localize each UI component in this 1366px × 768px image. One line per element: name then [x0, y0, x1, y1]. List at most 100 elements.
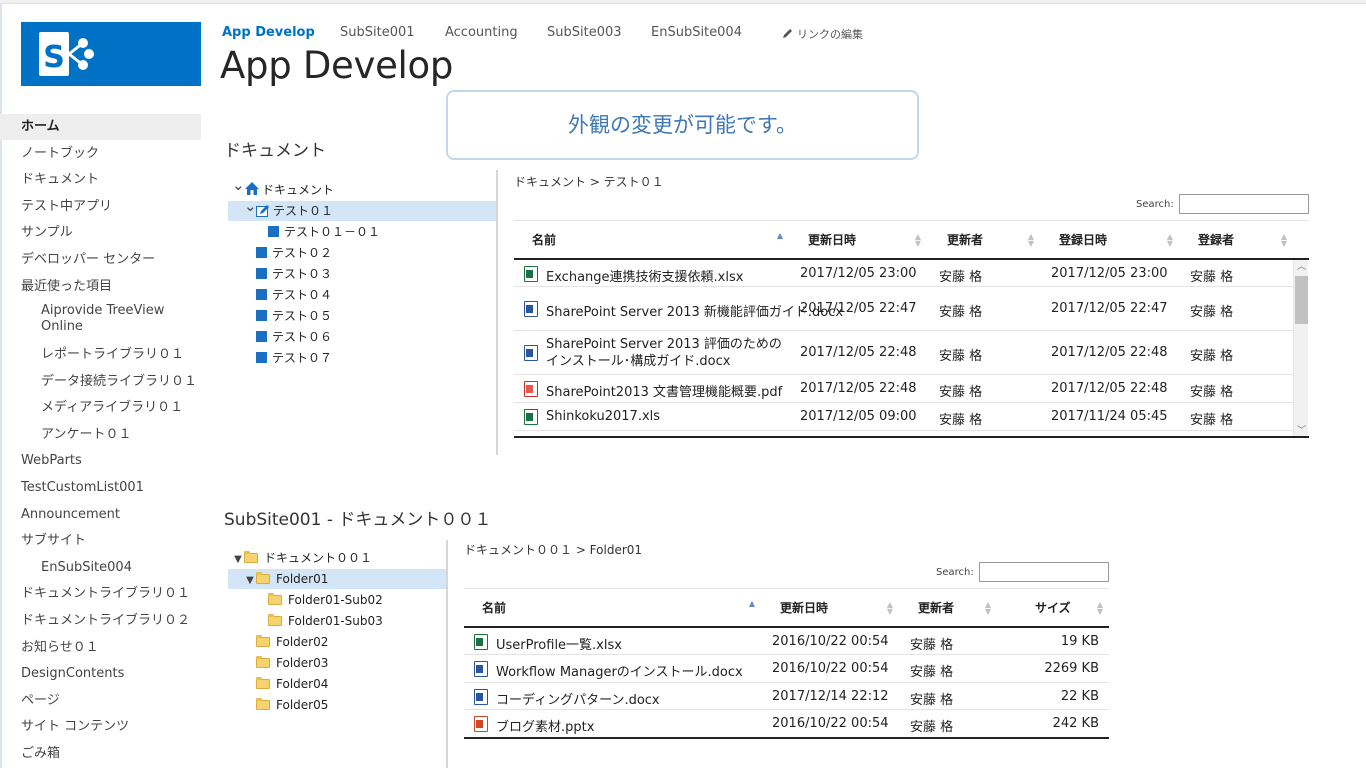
- leftnav-item[interactable]: ドキュメントライブラリ０２: [0, 608, 201, 634]
- column-header[interactable]: 更新日時: [780, 589, 828, 627]
- table-row[interactable]: Exchange連携技術支援依頼.xlsx 2017/12/05 23:00 安藤 …: [514, 260, 1293, 287]
- table-row[interactable]: コーディングパターン.docx 2017/12/14 22:12 安藤 格 22 KB: [464, 683, 1109, 710]
- sort-arrows-icon[interactable]: ▲: [748, 600, 756, 608]
- table-row[interactable]: Shinkoku2017.xls 2017/12/05 09:00 安藤 格 2017…: [514, 403, 1293, 431]
- sort-arrows-icon[interactable]: ▲ ▼: [1280, 233, 1288, 248]
- sort-arrows-icon[interactable]: ▲ ▼: [1027, 233, 1035, 248]
- table-row[interactable]: SharePoint2013 文書管理機能概要.pdf 2017/12/05 22…: [514, 375, 1293, 403]
- tree-node[interactable]: テスト０６: [244, 327, 332, 347]
- tree-node[interactable]: ▼ ドキュメント００１: [232, 548, 372, 568]
- leftnav-item[interactable]: お知らせ０１: [0, 635, 201, 661]
- leftnav-item[interactable]: テスト中アプリ: [0, 194, 201, 220]
- column-header[interactable]: 登録者: [1198, 221, 1234, 259]
- sort-arrows-icon[interactable]: ▲ ▼: [1166, 233, 1174, 248]
- leftnav-item[interactable]: ホーム: [0, 114, 201, 140]
- table-row[interactable]: SharePoint Server 2013 評価のためのインストール･構成ガイ…: [514, 331, 1293, 375]
- leftnav-item[interactable]: EnSubSite004: [0, 555, 201, 581]
- leftnav-item[interactable]: ノートブック: [0, 141, 201, 167]
- sort-arrows-icon[interactable]: ▲ ▼: [914, 233, 922, 248]
- column-header[interactable]: サイズ: [1035, 589, 1071, 627]
- column-header[interactable]: 更新者: [918, 589, 954, 627]
- table-row[interactable]: ブログ素材.pptx 2016/10/22 00:54 安藤 格 242 KB: [464, 710, 1109, 738]
- leftnav-item[interactable]: ドキュメント: [0, 167, 201, 193]
- file-name-link[interactable]: Exchange連携技術支援依頼.xlsx: [546, 266, 743, 285]
- tree-node[interactable]: ▼ Folder01: [228, 569, 446, 589]
- section1-splitter[interactable]: [496, 170, 498, 455]
- file-name-link[interactable]: SharePoint Server 2013 新機能評価ガイド.docx: [546, 301, 843, 320]
- nav-item-subsite001[interactable]: SubSite001: [340, 25, 415, 40]
- sort-arrows-icon[interactable]: ▲: [776, 232, 784, 240]
- leftnav-item[interactable]: ごみ箱: [0, 741, 201, 767]
- section1-title: ドキュメント: [224, 141, 326, 161]
- tree-node[interactable]: Folder03: [244, 653, 328, 673]
- leftnav-item[interactable]: WebParts: [0, 448, 201, 474]
- table-row[interactable]: UserProfile一覧.xlsx 2016/10/22 00:54 安藤 格 19…: [464, 628, 1109, 655]
- expand-arrow-icon[interactable]: ▼: [232, 550, 244, 570]
- tree-node[interactable]: テスト０３: [244, 264, 332, 284]
- file-name-link[interactable]: Workflow Managerのインストール.docx: [496, 661, 743, 680]
- leftnav-item[interactable]: サンプル: [0, 220, 201, 246]
- leftnav-item[interactable]: レポートライブラリ０１: [0, 342, 201, 368]
- file-name-link[interactable]: ブログ素材.pptx: [496, 716, 594, 735]
- sort-arrows-icon[interactable]: ▲ ▼: [1096, 601, 1104, 616]
- section2-splitter[interactable]: [446, 540, 448, 768]
- tree-node[interactable]: テスト０５: [244, 306, 332, 326]
- tree-node[interactable]: Folder01-Sub02: [256, 590, 383, 610]
- tree-node[interactable]: Folder01-Sub03: [256, 611, 383, 631]
- leftnav-item[interactable]: DesignContents: [0, 661, 201, 687]
- leftnav-item[interactable]: Aiprovide TreeView Online: [0, 300, 201, 336]
- scroll-up-icon[interactable]: ︿: [1294, 260, 1309, 274]
- tree-node[interactable]: テスト０７: [244, 348, 332, 368]
- nav-item-app-develop[interactable]: App Develop: [222, 25, 315, 40]
- file-name-link[interactable]: SharePoint Server 2013 評価のためのインストール･構成ガイ…: [546, 336, 786, 370]
- nav-item-subsite003[interactable]: SubSite003: [547, 25, 622, 40]
- sort-arrows-icon[interactable]: ▲ ▼: [984, 601, 992, 616]
- leftnav-item[interactable]: データ接続ライブラリ０１: [0, 369, 201, 395]
- table-cell: 2017/12/05 22:48: [800, 345, 917, 360]
- expand-arrow-icon[interactable]: ⌄: [232, 178, 245, 193]
- nav-item-accounting[interactable]: Accounting: [445, 25, 518, 40]
- leftnav-item[interactable]: メディアライブラリ０１: [0, 395, 201, 421]
- file-name-link[interactable]: Shinkoku2017.xls: [546, 409, 660, 424]
- expand-arrow-icon[interactable]: ▼: [244, 571, 256, 591]
- tree-node[interactable]: テスト０１－０１: [256, 222, 380, 242]
- sort-arrows-icon[interactable]: ▲ ▼: [886, 601, 894, 616]
- column-header[interactable]: 更新者: [947, 221, 983, 259]
- tree-node[interactable]: テスト０４: [244, 285, 332, 305]
- tree-node[interactable]: Folder04: [244, 674, 328, 694]
- vertical-scrollbar[interactable]: ︿ ﹀: [1293, 260, 1308, 438]
- column-header[interactable]: 登録日時: [1059, 221, 1107, 259]
- leftnav-item[interactable]: TestCustomList001: [0, 475, 201, 501]
- leftnav-item[interactable]: デベロッパー センター: [0, 247, 201, 273]
- tree-node[interactable]: Folder02: [244, 632, 328, 652]
- leftnav-item[interactable]: アンケート０１: [0, 422, 201, 448]
- leftnav-item[interactable]: 最近使った項目: [0, 274, 201, 300]
- table-row[interactable]: Workflow Managerのインストール.docx 2016/10/22 0…: [464, 655, 1109, 683]
- table-row[interactable]: SharePoint Server 2013 新機能評価ガイド.docx 2017…: [514, 287, 1293, 331]
- tree-node-label: Folder04: [276, 677, 329, 691]
- column-header[interactable]: 更新日時: [808, 221, 856, 259]
- column-header[interactable]: 名前: [532, 221, 556, 259]
- tree-node[interactable]: ⌄ テスト０１: [228, 199, 496, 221]
- file-name-link[interactable]: コーディングパターン.docx: [496, 689, 660, 708]
- scrollbar-thumb[interactable]: [1295, 276, 1308, 324]
- file-name-link[interactable]: UserProfile一覧.xlsx: [496, 634, 622, 653]
- table-cell: 2017/12/05 22:48: [800, 381, 917, 396]
- tree-node[interactable]: Folder05: [244, 695, 328, 715]
- leftnav-item[interactable]: Announcement: [0, 502, 201, 528]
- file-name-link[interactable]: SharePoint2013 文書管理機能概要.pdf: [546, 381, 782, 400]
- column-header[interactable]: 名前: [482, 589, 506, 627]
- leftnav-item[interactable]: ページ: [0, 688, 201, 714]
- leftnav-item[interactable]: サブサイト: [0, 528, 201, 554]
- section1-search-input[interactable]: [1179, 194, 1309, 214]
- tree-node[interactable]: テスト０２: [244, 243, 332, 263]
- edit-links-button[interactable]: リンクの編集: [782, 26, 863, 42]
- table-cell: 安藤 格: [1190, 385, 1234, 400]
- sharepoint-logo[interactable]: S: [21, 22, 201, 86]
- leftnav-item[interactable]: ドキュメントライブラリ０１: [0, 581, 201, 607]
- section2-search-input[interactable]: [979, 562, 1109, 582]
- table-cell: 2017/12/05 23:00: [800, 266, 917, 281]
- expand-arrow-icon[interactable]: ⌄: [244, 199, 257, 214]
- leftnav-item[interactable]: サイト コンテンツ: [0, 714, 201, 740]
- nav-item-ensubsite004[interactable]: EnSubSite004: [651, 25, 742, 40]
